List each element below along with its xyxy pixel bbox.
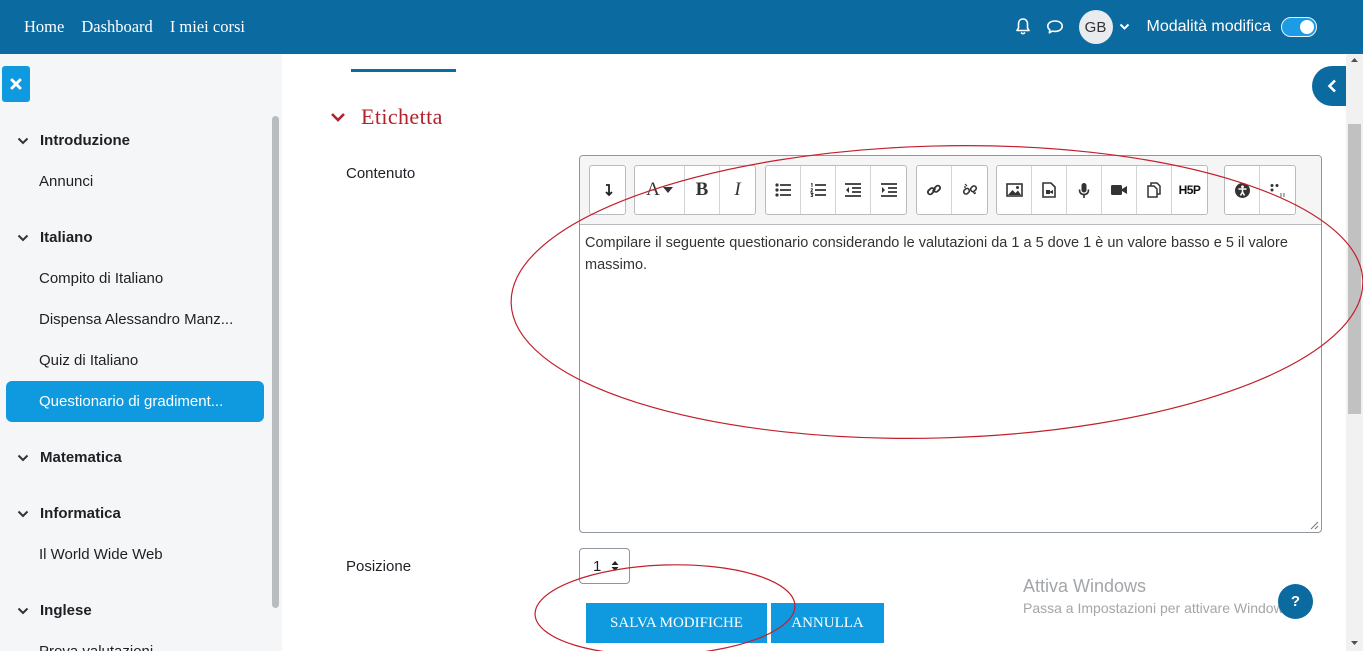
toggle-knob <box>1300 20 1314 34</box>
link-icon[interactable] <box>917 166 952 214</box>
section-title: Matematica <box>40 449 122 466</box>
close-drawer-button[interactable] <box>2 66 30 102</box>
messages-chat-icon[interactable] <box>1045 17 1065 37</box>
page-scrollbar[interactable] <box>1346 54 1363 651</box>
outdent-icon[interactable] <box>836 166 871 214</box>
chevron-down-icon <box>17 234 31 242</box>
screenreader-helper-icon[interactable] <box>1260 166 1295 214</box>
active-tab-indicator <box>351 69 456 72</box>
editor-content-text[interactable]: Compilare il seguente questionario consi… <box>585 232 1313 276</box>
sidebar-item-dispensa[interactable]: Dispensa Alessandro Manz... <box>39 311 233 328</box>
position-label: Posizione <box>346 558 412 575</box>
bold-icon[interactable]: B <box>685 166 720 214</box>
section-title: Italiano <box>40 229 93 246</box>
section-title: Informatica <box>40 505 121 522</box>
section-matematica[interactable]: Matematica <box>17 449 122 466</box>
section-informatica[interactable]: Informatica <box>17 505 121 522</box>
ordered-list-icon[interactable] <box>801 166 836 214</box>
toolbar-group-links <box>916 165 988 215</box>
section-italiano[interactable]: Italiano <box>17 229 93 246</box>
manage-files-icon[interactable] <box>1137 166 1172 214</box>
user-avatar[interactable]: GB <box>1078 10 1113 44</box>
unlink-icon[interactable] <box>952 166 987 214</box>
section-title: Introduzione <box>40 132 130 149</box>
chevron-down-icon <box>17 454 31 462</box>
toolbar-group-accessibility <box>1224 165 1296 215</box>
position-select[interactable]: 1 <box>579 548 630 584</box>
chevron-down-icon <box>330 112 348 122</box>
position-value: 1 <box>593 557 602 575</box>
nav-dashboard-link[interactable]: Dashboard <box>81 17 152 37</box>
edit-mode-toggle[interactable] <box>1281 17 1317 37</box>
sidebar-item-world-wide-web[interactable]: Il World Wide Web <box>39 546 163 563</box>
italic-icon[interactable]: I <box>720 166 755 214</box>
section-introduzione[interactable]: Introduzione <box>17 132 130 149</box>
sidebar-scrollbar[interactable] <box>272 116 279 608</box>
course-index-drawer: Introduzione Annunci Italiano Compito di… <box>0 54 282 651</box>
content-editor[interactable]: A B I H5P Compilare il seguente question… <box>579 155 1322 533</box>
top-navbar: Home Dashboard I miei corsi GB Modalità … <box>0 0 1363 54</box>
editor-toolbar: A B I H5P <box>580 156 1321 225</box>
record-video-icon[interactable] <box>1102 166 1137 214</box>
user-navigation: GB Modalità modifica <box>1013 0 1363 54</box>
cancel-button[interactable]: ANNULLA <box>771 603 884 643</box>
section-title: Etichetta <box>361 104 443 129</box>
section-title: Inglese <box>40 602 92 619</box>
chevron-left-icon <box>1327 79 1336 93</box>
h5p-icon[interactable]: H5P <box>1172 166 1207 214</box>
font-color-icon[interactable]: A <box>635 166 685 214</box>
primary-navigation: Home Dashboard I miei corsi <box>24 17 262 37</box>
sidebar-item-annunci[interactable]: Annunci <box>39 173 93 190</box>
select-arrows-icon <box>611 561 619 571</box>
save-changes-button[interactable]: SALVA MODIFICHE <box>586 603 767 643</box>
sidebar-item-quiz-italiano[interactable]: Quiz di Italiano <box>39 352 138 369</box>
chevron-down-icon <box>17 607 31 615</box>
image-icon[interactable] <box>997 166 1032 214</box>
arrow-icon[interactable] <box>590 166 625 214</box>
content-label: Contenuto <box>346 165 416 182</box>
nav-home-link[interactable]: Home <box>24 17 64 37</box>
nav-my-courses-link[interactable]: I miei corsi <box>170 17 245 37</box>
media-icon[interactable] <box>1032 166 1067 214</box>
scrollbar-thumb[interactable] <box>1348 124 1361 414</box>
toolbar-group-media: H5P <box>996 165 1208 215</box>
notifications-bell-icon[interactable] <box>1013 17 1033 37</box>
close-icon <box>10 78 22 90</box>
toolbar-group-style: A B I <box>634 165 756 215</box>
windows-activation-title: Attiva Windows <box>1023 576 1147 596</box>
resize-grip-icon[interactable] <box>1309 520 1319 530</box>
windows-activation-subtitle: Passa a Impostazioni per attivare Window… <box>1023 600 1295 616</box>
sidebar-item-questionario-active[interactable]: Questionario di gradiment... <box>6 381 264 422</box>
toolbar-group-collapse <box>589 165 626 215</box>
section-inglese[interactable]: Inglese <box>17 602 92 619</box>
scroll-up-arrow-icon[interactable] <box>1346 54 1363 66</box>
scroll-down-arrow-icon[interactable] <box>1346 637 1363 649</box>
font-label: A <box>646 179 660 200</box>
chevron-down-icon <box>17 510 31 518</box>
etichetta-section-header[interactable]: Etichetta <box>330 104 443 130</box>
help-button[interactable]: ? <box>1278 584 1313 619</box>
sidebar-item-compito-italiano[interactable]: Compito di Italiano <box>39 270 163 287</box>
user-menu-chevron-down-icon[interactable] <box>1119 23 1133 31</box>
unordered-list-icon[interactable] <box>766 166 801 214</box>
chevron-down-icon <box>17 137 31 145</box>
accessibility-icon[interactable] <box>1225 166 1260 214</box>
sidebar-item-label: Questionario di gradiment... <box>39 393 224 410</box>
edit-mode-label: Modalità modifica <box>1146 18 1272 35</box>
record-audio-icon[interactable] <box>1067 166 1102 214</box>
indent-icon[interactable] <box>871 166 906 214</box>
sidebar-item-prova-valutazioni[interactable]: Prova valutazioni <box>39 643 153 651</box>
toolbar-group-lists <box>765 165 907 215</box>
